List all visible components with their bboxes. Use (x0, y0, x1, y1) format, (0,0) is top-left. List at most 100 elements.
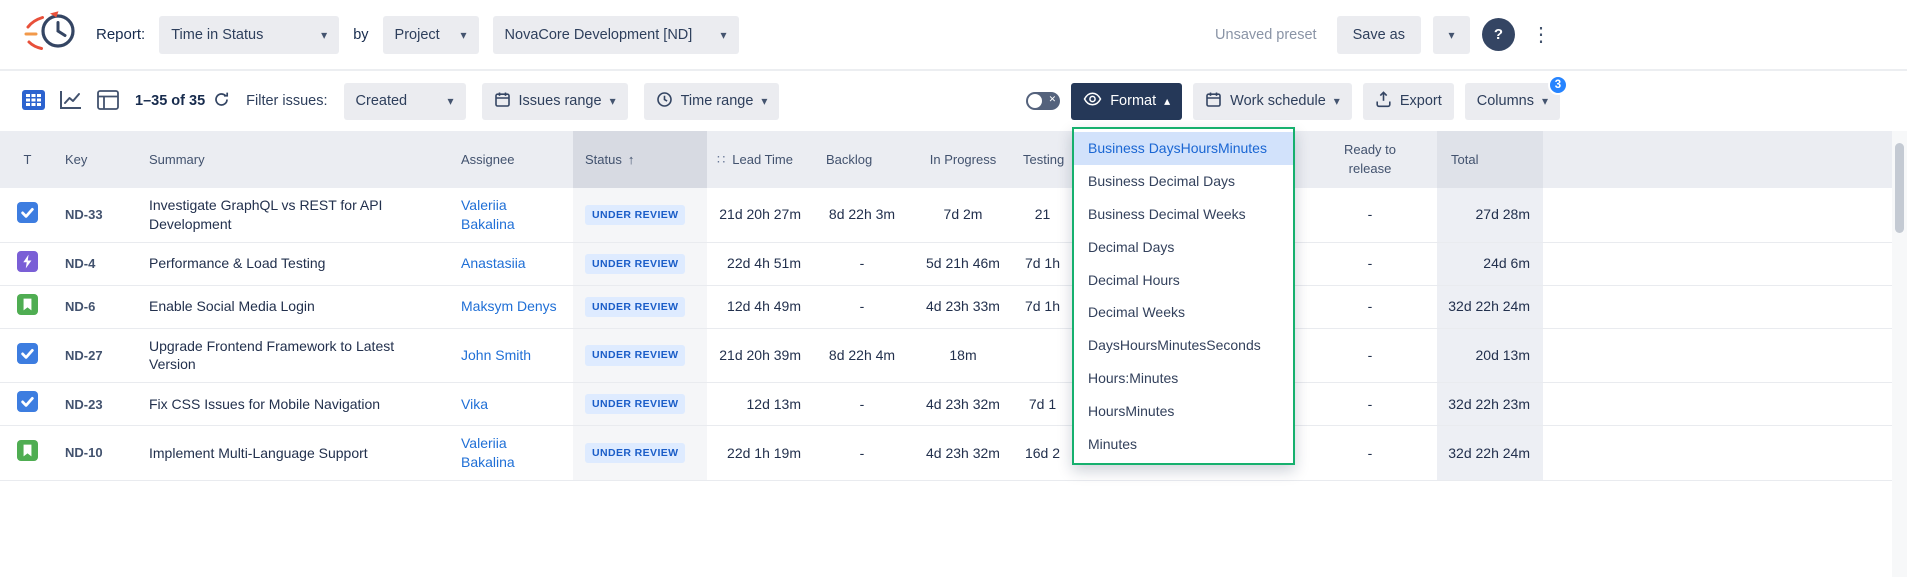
format-menu-item[interactable]: Business Decimal Days (1074, 165, 1293, 198)
issue-key[interactable]: ND-27 (55, 329, 147, 383)
col-header-testing[interactable]: Testing (1015, 131, 1072, 188)
col-header-status[interactable]: Status ↑ (573, 131, 707, 188)
type-cell (0, 188, 55, 242)
save-as-dropdown-button[interactable]: ▾ (1433, 16, 1470, 54)
assignee-link[interactable]: Maksym Denys (457, 286, 573, 328)
refresh-button[interactable] (213, 91, 230, 111)
issue-key[interactable]: ND-6 (55, 286, 147, 328)
issue-summary[interactable]: Enable Social Media Login (147, 286, 457, 328)
more-options-button[interactable]: ⋮ (1527, 22, 1555, 47)
status-cell: UNDER REVIEW (573, 188, 707, 242)
table-header: T Key Summary Assignee Status ↑ ∷ Lead T… (0, 131, 1907, 188)
table-row: ND-4Performance & Load TestingAnastasiia… (0, 243, 1907, 286)
filter-field-select[interactable]: Created ▾ (344, 83, 466, 120)
time-range-button[interactable]: Time range ▾ (644, 83, 780, 120)
col-header-total[interactable]: Total (1437, 131, 1543, 188)
issue-summary[interactable]: Performance & Load Testing (147, 243, 457, 285)
testing-value: 7d 1h (1015, 243, 1072, 285)
eye-icon (1083, 92, 1102, 110)
table-row: ND-10Implement Multi-Language SupportVal… (0, 426, 1907, 481)
status-badge: UNDER REVIEW (585, 205, 685, 225)
col-header-summary[interactable]: Summary (147, 131, 457, 188)
status-cell: UNDER REVIEW (573, 383, 707, 425)
vertical-scrollbar-thumb[interactable] (1895, 143, 1904, 233)
time-range-label: Time range (681, 93, 754, 109)
chevron-down-icon: ▾ (1448, 29, 1454, 41)
issue-count-label: 1–35 of 35 (135, 93, 205, 109)
format-menu-item[interactable]: Business DaysHoursMinutes (1074, 132, 1293, 165)
format-menu-item[interactable]: Business Decimal Weeks (1074, 198, 1293, 231)
format-menu-item[interactable]: Decimal Weeks (1074, 296, 1293, 329)
in-progress-value: 7d 2m (911, 188, 1015, 242)
issue-summary[interactable]: Fix CSS Issues for Mobile Navigation (147, 383, 457, 425)
pivot-view-button[interactable] (97, 90, 119, 113)
columns-button[interactable]: Columns ▾ 3 (1465, 83, 1560, 120)
calendar-icon (1205, 91, 1222, 112)
format-menu-item[interactable]: HoursMinutes (1074, 394, 1293, 427)
issue-key[interactable]: ND-23 (55, 383, 147, 425)
assignee-link[interactable]: Valeriia Bakalina (457, 188, 573, 242)
col-header-ready-to-release[interactable]: Ready to release (1320, 131, 1420, 188)
format-button[interactable]: Format ▴ (1071, 83, 1182, 120)
backlog-value: - (813, 426, 911, 480)
lead-time-value: 22d 4h 51m (707, 243, 813, 285)
export-label: Export (1400, 93, 1442, 109)
grouping-select[interactable]: Project ▾ (383, 16, 479, 54)
chart-view-button[interactable] (59, 90, 83, 113)
issue-summary[interactable]: Implement Multi-Language Support (147, 426, 457, 480)
type-cell (0, 426, 55, 480)
col-header-assignee[interactable]: Assignee (457, 131, 573, 188)
format-menu-item[interactable]: Decimal Hours (1074, 263, 1293, 296)
issue-key[interactable]: ND-4 (55, 243, 147, 285)
testing-value: 7d 1h (1015, 286, 1072, 328)
col-header-in-progress[interactable]: In Progress (911, 131, 1015, 188)
testing-value: 21 (1015, 188, 1072, 242)
issue-summary[interactable]: Investigate GraphQL vs REST for API Deve… (147, 188, 457, 242)
format-menu-item[interactable]: DaysHoursMinutesSeconds (1074, 329, 1293, 362)
status-cell: UNDER REVIEW (573, 243, 707, 285)
format-menu-item[interactable]: Minutes (1074, 427, 1293, 460)
assignee-link[interactable]: Anastasiia (457, 243, 573, 285)
grid-view-button[interactable] (22, 90, 45, 113)
backlog-value: 8d 22h 4m (813, 329, 911, 383)
save-as-button[interactable]: Save as (1337, 16, 1421, 54)
col-header-lead-time[interactable]: ∷ Lead Time (707, 131, 813, 188)
in-progress-value: 4d 23h 32m (911, 383, 1015, 425)
col-header-filler (1543, 131, 1907, 188)
report-type-value: Time in Status (171, 27, 263, 43)
in-progress-value: 5d 21h 46m (911, 243, 1015, 285)
filler-cell (1543, 426, 1907, 480)
report-type-select[interactable]: Time in Status ▾ (159, 16, 339, 54)
issue-key[interactable]: ND-33 (55, 188, 147, 242)
filler-cell (1543, 243, 1907, 285)
assignee-link[interactable]: John Smith (457, 329, 573, 383)
filler-cell (1543, 286, 1907, 328)
total-value: 32d 22h 24m (1437, 426, 1543, 480)
vertical-scrollbar-track[interactable] (1892, 131, 1907, 577)
lead-time-header-label: Lead Time (732, 151, 793, 169)
topbar: Report: Time in Status ▾ by Project ▾ No… (0, 0, 1907, 71)
status-badge: UNDER REVIEW (585, 443, 685, 463)
work-schedule-button[interactable]: Work schedule ▾ (1193, 83, 1352, 120)
ready-to-release-value: - (1320, 329, 1420, 383)
assignee-link[interactable]: Valeriia Bakalina (457, 426, 573, 480)
format-menu-item[interactable]: Decimal Days (1074, 230, 1293, 263)
task-icon (17, 202, 38, 228)
col-header-backlog[interactable]: Backlog (813, 131, 911, 188)
issue-summary[interactable]: Upgrade Frontend Framework to Latest Ver… (147, 329, 457, 383)
chevron-down-icon: ▾ (321, 29, 327, 41)
col-header-type[interactable]: T (0, 131, 55, 188)
col-header-key[interactable]: Key (55, 131, 147, 188)
project-select[interactable]: NovaCore Development [ND] ▾ (493, 16, 739, 54)
export-button[interactable]: Export (1363, 83, 1454, 120)
view-toggle[interactable]: ✕ (1026, 92, 1060, 110)
assignee-link[interactable]: Vika (457, 383, 573, 425)
help-button[interactable]: ? (1482, 18, 1515, 51)
format-menu-item[interactable]: Hours:Minutes (1074, 362, 1293, 395)
issues-range-button[interactable]: Issues range ▾ (482, 83, 628, 120)
issue-key[interactable]: ND-10 (55, 426, 147, 480)
columns-count-badge: 3 (1548, 75, 1568, 95)
table-row: ND-6Enable Social Media LoginMaksym Deny… (0, 286, 1907, 329)
chart-icon (59, 90, 83, 113)
type-cell (0, 286, 55, 328)
